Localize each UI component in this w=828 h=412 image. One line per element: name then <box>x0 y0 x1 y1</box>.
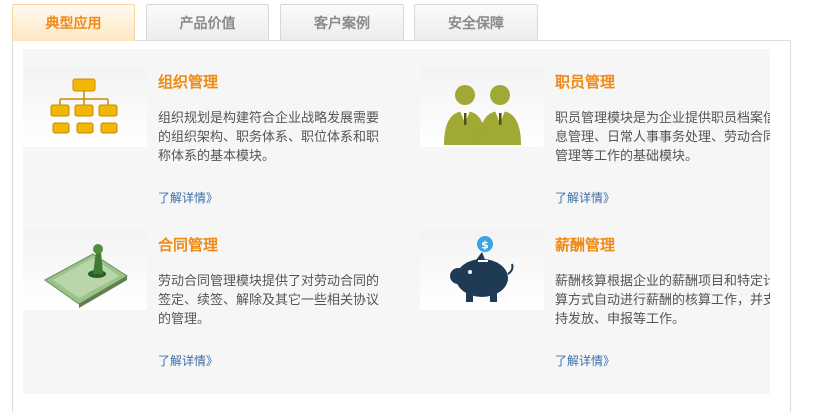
card-title: 职员管理 <box>555 73 616 91</box>
card-title: 薪酬管理 <box>555 236 616 254</box>
contract-pen-icon <box>44 244 128 308</box>
card-title: 组织管理 <box>158 73 219 91</box>
svg-text:$: $ <box>481 239 489 252</box>
card-description: 职员管理模块是为企业提供职员档案信息管理、日常人事事务处理、劳动合同管理等工作的… <box>555 111 770 164</box>
tab-panel: 组织管理 组织规划是构建符合企业战略发展需要的组织架构、职务体系、职位体系和职称… <box>12 40 791 412</box>
tab-typical-applications[interactable]: 典型应用 <box>12 4 135 41</box>
org-chart-icon <box>50 78 118 134</box>
tab-customer-cases[interactable]: 客户案例 <box>280 4 404 40</box>
cards-container: 组织管理 组织规划是构建符合企业战略发展需要的组织架构、职务体系、职位体系和职称… <box>23 49 770 394</box>
tab-product-value[interactable]: 产品价值 <box>146 4 269 40</box>
card-description: 组织规划是构建符合企业战略发展需要的组织架构、职务体系、职位体系和职称体系的基本… <box>158 111 380 164</box>
tab-security[interactable]: 安全保障 <box>414 4 538 40</box>
employees-icon <box>444 85 521 145</box>
card-contract-management: 合同管理 劳动合同管理模块提供了对劳动合同的签定、续签、解除及其它一些相关协议的… <box>23 212 403 372</box>
card-salary-management: $ 薪酬管理 薪酬核算根据企业的薪酬项目和特定计算方式自动进行薪酬的核算工作，并… <box>420 212 770 372</box>
card-description: 薪酬核算根据企业的薪酬项目和特定计算方式自动进行薪酬的核算工作，并支持发放、申报… <box>555 274 770 327</box>
card-title: 合同管理 <box>158 236 219 254</box>
piggy-bank-icon: $ <box>450 236 514 302</box>
learn-more-link[interactable]: 了解详情》 <box>555 189 615 206</box>
learn-more-link[interactable]: 了解详情》 <box>555 352 615 369</box>
card-thumbnail <box>23 230 147 310</box>
card-thumbnail: $ <box>420 230 544 310</box>
card-description: 劳动合同管理模块提供了对劳动合同的签定、续签、解除及其它一些相关协议的管理。 <box>158 274 380 327</box>
learn-more-link[interactable]: 了解详情》 <box>158 352 218 369</box>
card-employee-management: 职员管理 职员管理模块是为企业提供职员档案信息管理、日常人事事务处理、劳动合同管… <box>420 49 770 209</box>
card-org-management: 组织管理 组织规划是构建符合企业战略发展需要的组织架构、职务体系、职位体系和职称… <box>23 49 403 209</box>
learn-more-link[interactable]: 了解详情》 <box>158 189 218 206</box>
card-thumbnail <box>23 67 147 147</box>
card-thumbnail <box>420 67 544 147</box>
